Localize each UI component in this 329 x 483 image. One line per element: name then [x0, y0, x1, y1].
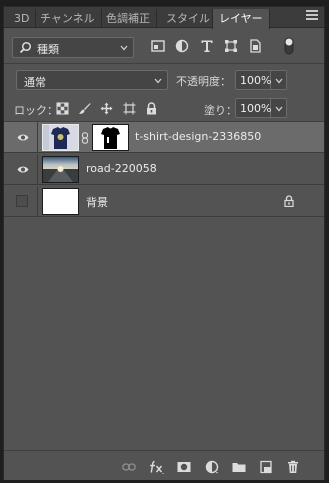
tab-layers[interactable]: レイヤー — [212, 9, 270, 29]
layers-list: t-shirt-design-2336850 road-220058 背景 — [4, 122, 324, 447]
tshirt-thumbnail-image — [43, 125, 78, 150]
lock-icon — [284, 195, 294, 207]
new-group-folder-icon[interactable] — [232, 460, 246, 474]
shape-filter-icon[interactable] — [224, 39, 238, 53]
visibility-toggle[interactable] — [4, 186, 38, 217]
chevron-down-icon — [120, 45, 128, 51]
divider — [4, 63, 324, 64]
lock-label: ロック： — [14, 104, 58, 117]
road-thumbnail-image — [43, 157, 78, 182]
opacity-dropdown-button[interactable] — [271, 70, 287, 90]
fill-label: 塗り： — [204, 104, 237, 117]
tab-styles[interactable]: スタイル — [160, 9, 217, 28]
layer-mask-thumbnail[interactable] — [92, 124, 129, 151]
delete-layer-trash-icon[interactable] — [286, 460, 300, 474]
visibility-toggle[interactable] — [4, 122, 38, 153]
adjustment-filter-icon[interactable] — [175, 39, 189, 53]
eye-icon — [17, 134, 29, 141]
opacity-input[interactable]: 100% — [235, 70, 271, 90]
add-layer-mask-icon[interactable] — [177, 460, 191, 474]
panel-menu-icon[interactable] — [306, 10, 318, 22]
fx-layer-style-icon[interactable] — [149, 460, 165, 474]
visibility-toggle[interactable] — [4, 154, 38, 185]
new-layer-icon[interactable] — [259, 460, 273, 474]
fill-dropdown-button[interactable] — [271, 98, 287, 118]
tab-adjustments[interactable]: 色調補正 — [100, 9, 157, 28]
layer-row-road[interactable]: road-220058 — [4, 154, 324, 185]
link-layers-icon[interactable] — [122, 460, 136, 474]
pixel-filter-icon[interactable] — [151, 39, 165, 53]
layer-name[interactable]: 背景 — [86, 194, 108, 210]
lock-image-pixels-brush-icon[interactable] — [78, 102, 91, 115]
tab-3d[interactable]: 3D — [8, 9, 37, 28]
eye-icon — [17, 166, 29, 173]
chevron-down-icon — [154, 78, 162, 84]
layer-thumbnail[interactable] — [42, 124, 79, 151]
layer-thumbnail[interactable] — [42, 156, 79, 183]
fill-input[interactable]: 100% — [235, 98, 271, 118]
search-icon — [19, 41, 32, 54]
layers-panel: 3D チャンネル 色調補正 スタイル レイヤー 種類 通常 不透明度： 100%… — [3, 6, 325, 480]
blend-mode-select[interactable]: 通常 — [16, 70, 168, 90]
layer-name[interactable]: road-220058 — [86, 162, 157, 175]
lock-artboard-icon[interactable] — [123, 102, 136, 115]
lock-all-icon[interactable] — [145, 102, 158, 115]
tab-channels[interactable]: チャンネル — [34, 9, 102, 28]
panel-tab-bar: 3D チャンネル 色調補正 スタイル レイヤー — [4, 7, 324, 29]
lock-position-move-icon[interactable] — [100, 102, 113, 115]
filter-toggle-switch[interactable] — [284, 37, 294, 55]
blend-mode-label: 通常 — [24, 76, 46, 89]
filter-kind-label: 種類 — [37, 43, 59, 56]
layers-bottom-toolbar — [4, 450, 324, 480]
layer-filter-kind-select[interactable]: 種類 — [12, 37, 134, 58]
lock-transparent-pixels-icon[interactable] — [56, 102, 69, 115]
layer-mask-image — [93, 125, 128, 150]
type-filter-icon[interactable] — [200, 39, 214, 53]
chevron-down-icon — [275, 78, 283, 84]
visibility-hidden-box — [16, 195, 28, 207]
layer-name[interactable]: t-shirt-design-2336850 — [135, 130, 261, 143]
link-icon[interactable] — [81, 132, 89, 144]
new-adjustment-layer-icon[interactable] — [205, 460, 219, 474]
smart-object-filter-icon[interactable] — [248, 39, 262, 53]
opacity-label: 不透明度： — [176, 75, 231, 88]
chevron-down-icon — [275, 106, 283, 112]
layer-row-background[interactable]: 背景 — [4, 186, 324, 217]
layer-thumbnail[interactable] — [42, 188, 79, 215]
layer-row-tshirt[interactable]: t-shirt-design-2336850 — [4, 122, 324, 153]
